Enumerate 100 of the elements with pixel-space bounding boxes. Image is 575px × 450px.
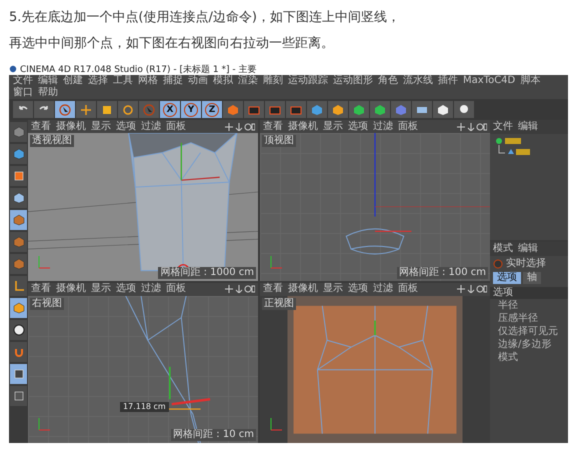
toolbar-button[interactable] [118,101,138,118]
grid-spacing-label: 网格间距 : 100 cm [396,266,488,278]
menu-item[interactable]: 文件 [13,75,33,87]
toolbar-button[interactable] [370,101,390,118]
toolbar-button[interactable] [265,101,285,118]
attribute-tab[interactable]: 选项 [493,272,521,284]
attribute-label: 模式 [497,351,519,364]
menu-item[interactable]: 雕刻 [263,75,283,87]
menu-item[interactable]: 运动图形 [333,75,373,87]
viewport-menu-item[interactable]: 查看 [31,120,51,132]
tool-button[interactable] [10,320,27,340]
viewport-menu-item[interactable]: 面板 [398,283,418,295]
viewport-menu-item[interactable]: 查看 [31,283,51,295]
magnet-icon [12,346,24,358]
attribute-tab[interactable]: 轴 [523,272,541,284]
viewport-menu-item[interactable]: 面板 [166,283,186,295]
menu-item[interactable]: 运动跟踪 [288,75,328,87]
toolbar-button[interactable] [454,101,474,118]
toolbar-button[interactable]: X [160,101,180,118]
viewport-menu-item[interactable]: 过滤 [373,283,393,295]
toolbar-button[interactable] [97,101,117,118]
viewport-menu-item[interactable]: 过滤 [141,283,161,295]
attribute-label: 仅选择可见元 [497,325,559,338]
navigation-icons[interactable] [457,285,487,293]
attribute-label: 压感半径 [497,312,539,325]
section-header: 选项 [490,287,568,299]
menu-item[interactable]: 窗口 [13,87,33,99]
viewport-menu-item[interactable]: 查看 [263,120,283,132]
viewport-menu-item[interactable]: 摄像机 [288,120,318,132]
viewport-menu-item[interactable]: 过滤 [141,120,161,132]
menu-item[interactable]: 编辑 [38,75,58,87]
toolbar-button[interactable]: Y [181,101,201,118]
viewport-label: 顶视图 [262,135,296,147]
panel-menu-item[interactable]: 编辑 [518,243,538,255]
distance-readout: 17.118 cm [120,402,169,412]
grid-spacing-label: 网格间距 : 1000 cm [158,266,256,278]
viewport-label: 透视视图 [30,135,74,147]
window-title: CINEMA 4D R17.048 Studio (R17) - [未标题 1 *] - 主要 [20,64,256,74]
viewport-menu-item[interactable]: 面板 [166,120,186,132]
attribute-label: 半径 [497,299,519,312]
viewport-menu-item[interactable]: 显示 [91,120,111,132]
tool-name: 实时选择 [506,258,546,270]
attribute-label: 边缘/多边形 [497,338,552,351]
viewport-menu-item[interactable]: 面板 [398,120,418,132]
app-logo-icon [9,65,17,73]
menu-item[interactable]: 帮助 [38,87,58,99]
viewport-menu-item[interactable]: 选项 [116,283,136,295]
tool-button[interactable] [10,364,27,384]
viewport-menu-item[interactable]: 显示 [323,283,343,295]
viewport-menu-item[interactable]: 选项 [348,120,368,132]
panel-menu-item[interactable]: 模式 [493,243,513,255]
viewport-menu-item[interactable]: 摄像机 [56,283,86,295]
toolbar-button[interactable] [76,101,96,118]
select-tool-icon [143,104,155,116]
viewport-label: 正视图 [262,298,296,310]
panel-menu-item[interactable]: 文件 [493,121,513,133]
toolbar-button[interactable] [286,101,306,118]
axis-gizmo-icon [268,254,284,270]
toolbar-button[interactable] [433,101,453,118]
menu-item[interactable]: 流水线 [403,75,433,87]
menu-item[interactable]: 角色 [378,75,398,87]
viewport-menu-item[interactable]: 摄像机 [56,120,86,132]
hexagon-icon [395,104,407,116]
panel-menu-item[interactable]: 编辑 [518,121,538,133]
toolbar-button[interactable] [13,101,33,118]
viewport-menu-item[interactable]: 显示 [91,283,111,295]
menu-item[interactable]: 脚本 [520,75,540,87]
navigation-icons[interactable] [225,285,255,293]
move-icon [80,104,92,116]
toolbar-button[interactable] [244,101,264,118]
menu-item[interactable]: 渲染 [238,75,258,87]
menu-item[interactable]: 动画 [188,75,208,87]
checkerboard-icon [12,170,24,182]
menu-item[interactable]: 捕捉 [163,75,183,87]
viewport-menu-item[interactable]: 过滤 [373,120,393,132]
viewport-menu-item[interactable]: 选项 [116,120,136,132]
viewport-menu-item[interactable]: 选项 [348,283,368,295]
toolbar-button[interactable]: Z [202,101,222,118]
toolbar-button[interactable] [412,101,432,118]
navigation-icons[interactable] [225,122,255,130]
viewport-menu-item[interactable]: 摄像机 [288,283,318,295]
viewport-menu-item[interactable]: 查看 [263,283,283,295]
menu-item[interactable]: 网格 [138,75,158,87]
toolbar-button[interactable] [307,101,327,118]
menu-item[interactable]: 选择 [88,75,108,87]
axis-gizmo-icon [36,254,52,270]
square-icon [101,104,113,116]
navigation-icons[interactable] [457,122,487,130]
menu-item[interactable]: 插件 [438,75,458,87]
menu-item[interactable]: 工具 [113,75,133,87]
menu-item[interactable]: 创建 [63,75,83,87]
menu-item[interactable]: 模拟 [213,75,233,87]
menu-item[interactable]: MaxToC4D [463,75,516,87]
select-tool-icon [493,259,503,269]
axis-gizmo-icon [268,417,284,433]
toolbar-button[interactable] [34,101,54,118]
toolbar-button[interactable] [349,101,369,118]
toolbar-button[interactable] [328,101,348,118]
viewport-menu-item[interactable]: 显示 [323,120,343,132]
rotate-icon [122,104,134,116]
